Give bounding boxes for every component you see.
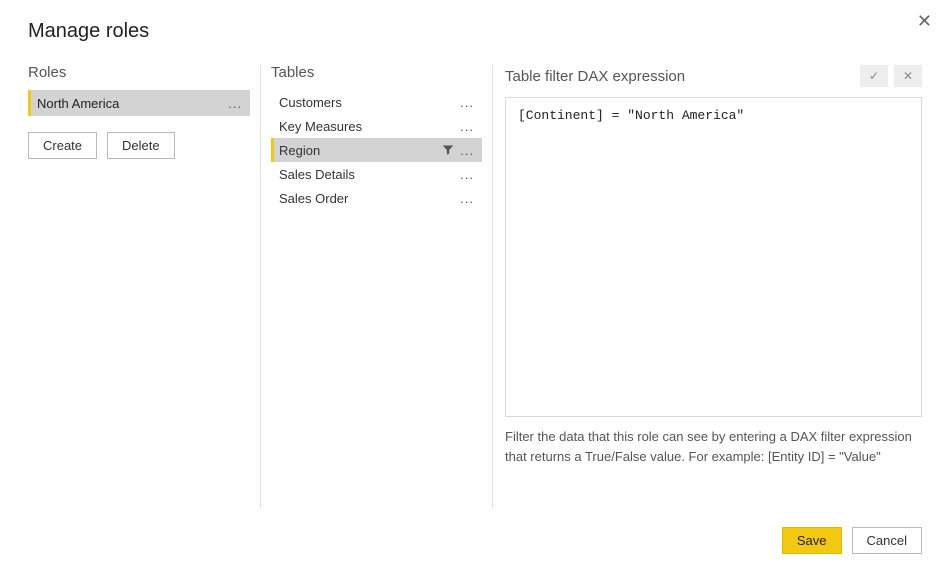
expression-header-row: Table filter DAX expression ✓ ✕ bbox=[505, 65, 922, 87]
roles-header: Roles bbox=[28, 65, 250, 80]
table-item-label: Region bbox=[279, 143, 320, 158]
filter-icon bbox=[442, 144, 454, 156]
dialog-title: Manage roles bbox=[28, 20, 922, 43]
save-button[interactable]: Save bbox=[782, 527, 842, 554]
table-item-label: Key Measures bbox=[279, 119, 362, 134]
expression-help-text: Filter the data that this role can see b… bbox=[505, 427, 922, 466]
table-item-label: Sales Details bbox=[279, 167, 355, 182]
table-item-menu[interactable]: ... bbox=[458, 119, 476, 134]
table-item-sales-details[interactable]: Sales Details ... bbox=[271, 162, 482, 186]
role-item-north-america[interactable]: North America ... bbox=[28, 90, 250, 116]
table-item-menu[interactable]: ... bbox=[458, 95, 476, 110]
table-item-menu[interactable]: ... bbox=[458, 191, 476, 206]
table-item-label: Customers bbox=[279, 95, 342, 110]
accept-expression-button[interactable]: ✓ bbox=[860, 65, 888, 87]
role-buttons: Create Delete bbox=[28, 132, 250, 159]
table-item-menu[interactable]: ... bbox=[458, 143, 476, 158]
roles-column: Roles North America ... Create Delete bbox=[28, 65, 260, 509]
columns: Roles North America ... Create Delete Ta… bbox=[28, 65, 922, 509]
role-item-menu[interactable]: ... bbox=[226, 96, 244, 111]
role-item-label: North America bbox=[37, 96, 119, 111]
tables-header: Tables bbox=[271, 65, 482, 80]
table-item-menu[interactable]: ... bbox=[458, 167, 476, 182]
expression-header: Table filter DAX expression bbox=[505, 69, 685, 84]
table-item-region[interactable]: Region ... bbox=[271, 138, 482, 162]
delete-role-button[interactable]: Delete bbox=[107, 132, 175, 159]
expression-column: Table filter DAX expression ✓ ✕ Filter t… bbox=[492, 65, 922, 509]
reject-expression-button[interactable]: ✕ bbox=[894, 65, 922, 87]
table-item-sales-order[interactable]: Sales Order ... bbox=[271, 186, 482, 210]
manage-roles-dialog: ✕ Manage roles Roles North America ... C… bbox=[0, 0, 950, 574]
table-item-customers[interactable]: Customers ... bbox=[271, 90, 482, 114]
table-item-label: Sales Order bbox=[279, 191, 348, 206]
dialog-footer: Save Cancel bbox=[28, 527, 922, 554]
dax-expression-input[interactable] bbox=[505, 97, 922, 417]
create-role-button[interactable]: Create bbox=[28, 132, 97, 159]
cancel-button[interactable]: Cancel bbox=[852, 527, 922, 554]
tables-column: Tables Customers ... Key Measures ... Re… bbox=[260, 65, 492, 509]
table-item-key-measures[interactable]: Key Measures ... bbox=[271, 114, 482, 138]
expression-mini-buttons: ✓ ✕ bbox=[860, 65, 922, 87]
close-button[interactable]: ✕ bbox=[917, 12, 932, 30]
